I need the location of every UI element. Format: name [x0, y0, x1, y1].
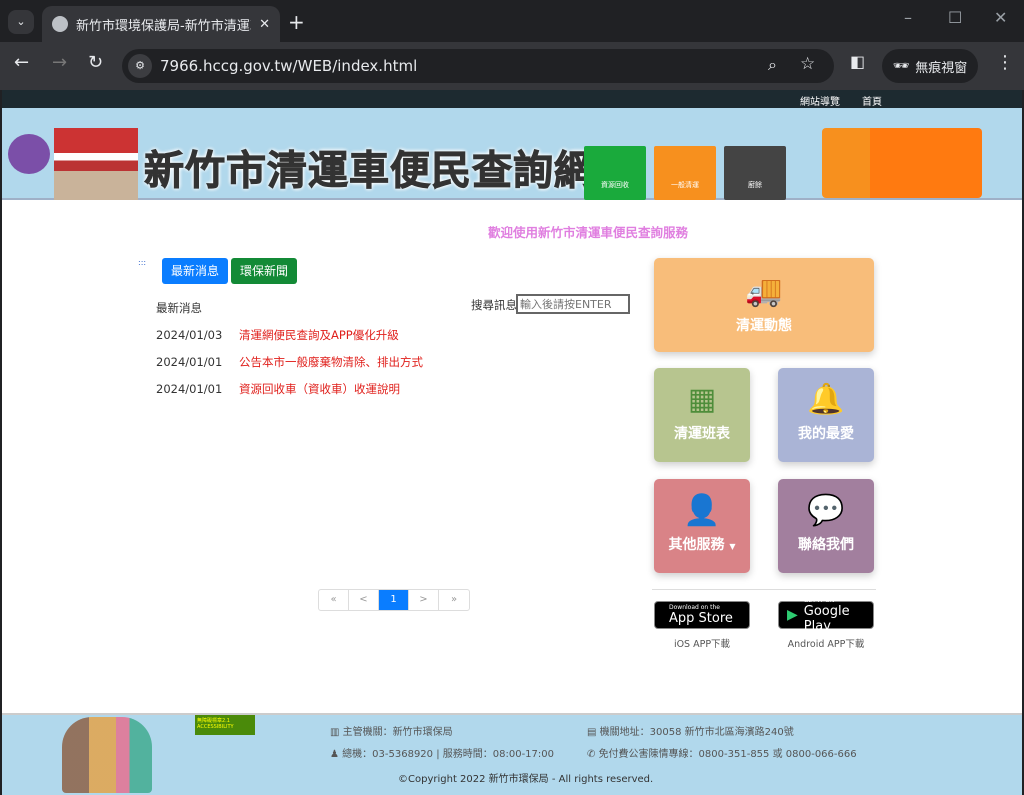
accessibility-badge[interactable]: 無障礙標章2.1 ACCESSIBILITY [195, 715, 255, 735]
incognito-icon: 🕶 [892, 58, 910, 74]
badge-small-text: Download on the [669, 604, 720, 611]
tab-strip: ⌄ 新竹市環境保護局-新竹市清運車 ✕ + – ☐ ✕ [0, 0, 1024, 42]
truck-icon: 🚚 [745, 274, 783, 309]
people-illustration [62, 717, 152, 793]
banner: 新竹市清運車便民查詢網 資源回收 一般清運 廚餘 [2, 108, 1022, 200]
news-date: 2024/01/01 [156, 355, 223, 369]
tab-search-button[interactable]: ⌄ [8, 10, 34, 34]
tile-schedule[interactable]: ▦ 清運班表 [654, 368, 750, 462]
page-prev[interactable]: < [349, 590, 379, 610]
phone-icon: ✆ [587, 749, 599, 760]
news-link[interactable]: 公告本市一般廢棄物清除、排出方式 [239, 355, 423, 369]
news-heading: 最新消息 [156, 301, 202, 315]
news-link[interactable]: 資源回收車（資收車）收運說明 [239, 382, 400, 396]
news-item: 2024/01/01 資源回收車（資收車）收運說明 [156, 381, 400, 397]
page-next[interactable]: > [409, 590, 439, 610]
footer-address: ▤ 機關地址：30058 新竹市北區海濱路240號 [587, 727, 794, 738]
tile-label: 清運動態 [736, 318, 792, 334]
incognito-badge[interactable]: 🕶 無痕視窗 [882, 49, 978, 83]
maximize-button[interactable]: ☐ [948, 8, 962, 27]
minimize-button[interactable]: – [904, 8, 912, 27]
footer-hotline: ✆ 免付費公害陳情專線：0800-351-855 或 0800-066-666 [587, 749, 857, 760]
tile-favorites[interactable]: 🔔 我的最愛 [778, 368, 874, 462]
pagination: « < 1 > » [318, 589, 470, 611]
ios-caption[interactable]: iOS APP下載 [654, 636, 750, 650]
url-text: 7966.hccg.gov.tw/WEB/index.html [160, 57, 418, 75]
page-last[interactable]: » [439, 590, 469, 610]
search-label: 搜尋訊息: [471, 298, 521, 312]
bell-icon: 🔔 [807, 382, 845, 417]
tile-label: 其他服務 [668, 537, 725, 553]
caret-down-icon: ▼ [729, 542, 736, 551]
search-input[interactable] [516, 294, 630, 314]
building-icon: ▥ [330, 727, 343, 738]
play-icon: ▶ [787, 607, 798, 623]
truck-illustration [822, 128, 982, 198]
news-date: 2024/01/01 [156, 382, 223, 396]
welcome-text: 歡迎使用新竹市清運車便民查詢服務 [488, 225, 689, 240]
footer: 無障礙標章2.1 ACCESSIBILITY ▥ 主管機關：新竹市環保局 ▤ 機… [2, 713, 1022, 795]
address-bar[interactable]: ⚙ 7966.hccg.gov.tw/WEB/index.html ⌕ ☆ [122, 49, 834, 83]
site-info-icon[interactable]: ⚙ [128, 54, 152, 78]
badge-small-text: GET IT ON [803, 596, 835, 604]
web-page: 網站導覽 首頁 新竹市清運車便民查詢網 資源回收 一般清運 廚餘 歡迎使用新竹市… [2, 90, 1022, 795]
home-link[interactable]: 首頁 [862, 93, 882, 108]
browser-tab[interactable]: 新竹市環境保護局-新竹市清運車 ✕ [42, 6, 280, 42]
sitemap-link[interactable]: 網站導覽 [800, 93, 840, 108]
star-icon[interactable]: ☆ [800, 54, 815, 74]
side-panel-icon[interactable]: ◧ [850, 52, 865, 71]
page-1[interactable]: 1 [379, 590, 409, 610]
epa-logo[interactable] [8, 134, 50, 174]
tile-other-services[interactable]: 👤 其他服務 ▼ [654, 479, 750, 573]
page-first[interactable]: « [319, 590, 349, 610]
close-window-button[interactable]: ✕ [994, 8, 1007, 27]
divider [652, 589, 876, 590]
zoom-icon[interactable]: ⌕ [768, 55, 777, 75]
news-date: 2024/01/03 [156, 328, 223, 342]
site-title: 新竹市清運車便民查詢網 [144, 148, 595, 195]
forward-button[interactable]: → [52, 52, 67, 73]
badge-big-text: App Store [669, 611, 733, 626]
footer-authority: ▥ 主管機關：新竹市環保局 [330, 727, 453, 738]
footer-phone: ♟ 總機：03-5368920 | 服務時間：08:00-17:00 [330, 749, 554, 760]
tile-label: 我的最愛 [798, 426, 854, 442]
tile-label: 聯絡我們 [798, 537, 854, 553]
tile-label: 清運班表 [674, 426, 730, 442]
chat-icon: 💬 [807, 493, 845, 528]
tab-latest-news[interactable]: 最新消息 [162, 258, 229, 284]
news-item: 2024/01/03 清運網便民查詢及APP優化升級 [156, 327, 399, 343]
news-link[interactable]: 清運網便民查詢及APP優化升級 [239, 328, 399, 342]
globe-icon [52, 16, 68, 32]
new-tab-button[interactable]: + [288, 10, 305, 34]
copyright: ©Copyright 2022 新竹市環保局 - All rights rese… [398, 774, 654, 785]
badge-big-text: Google Play [803, 603, 850, 634]
accesskey-marker: ::: [138, 258, 147, 267]
google-play-badge[interactable]: ▶ GET IT ON Google Play [778, 597, 874, 634]
bin-kitchen: 廚餘 [724, 146, 786, 200]
bin-recycle: 資源回收 [584, 146, 646, 200]
tab-env-news[interactable]: 環保新聞 [231, 258, 298, 284]
close-tab-icon[interactable]: ✕ [259, 17, 270, 32]
back-button[interactable]: ← [14, 52, 29, 73]
tile-collection-status[interactable]: 🚚 清運動態 [654, 258, 874, 352]
app-store-badge[interactable]: Download on the App Store [654, 601, 750, 629]
bin-general: 一般清運 [654, 146, 716, 200]
menu-icon[interactable]: ⋮ [996, 52, 1014, 73]
tower-illustration [54, 128, 138, 200]
android-caption[interactable]: Android APP下載 [778, 636, 874, 650]
user-icon: ♟ [330, 749, 343, 760]
news-item: 2024/01/01 公告本市一般廢棄物清除、排出方式 [156, 354, 423, 370]
tile-contact[interactable]: 💬 聯絡我們 [778, 479, 874, 573]
tab-title: 新竹市環境保護局-新竹市清運車 [76, 18, 252, 34]
incognito-label: 無痕視窗 [915, 60, 968, 76]
reload-button[interactable]: ↻ [88, 52, 103, 73]
site-top-bar: 網站導覽 首頁 [2, 90, 1022, 108]
calendar-icon: ▦ [687, 382, 717, 417]
id-card-icon: ▤ [587, 727, 600, 738]
person-icon: 👤 [683, 493, 721, 528]
